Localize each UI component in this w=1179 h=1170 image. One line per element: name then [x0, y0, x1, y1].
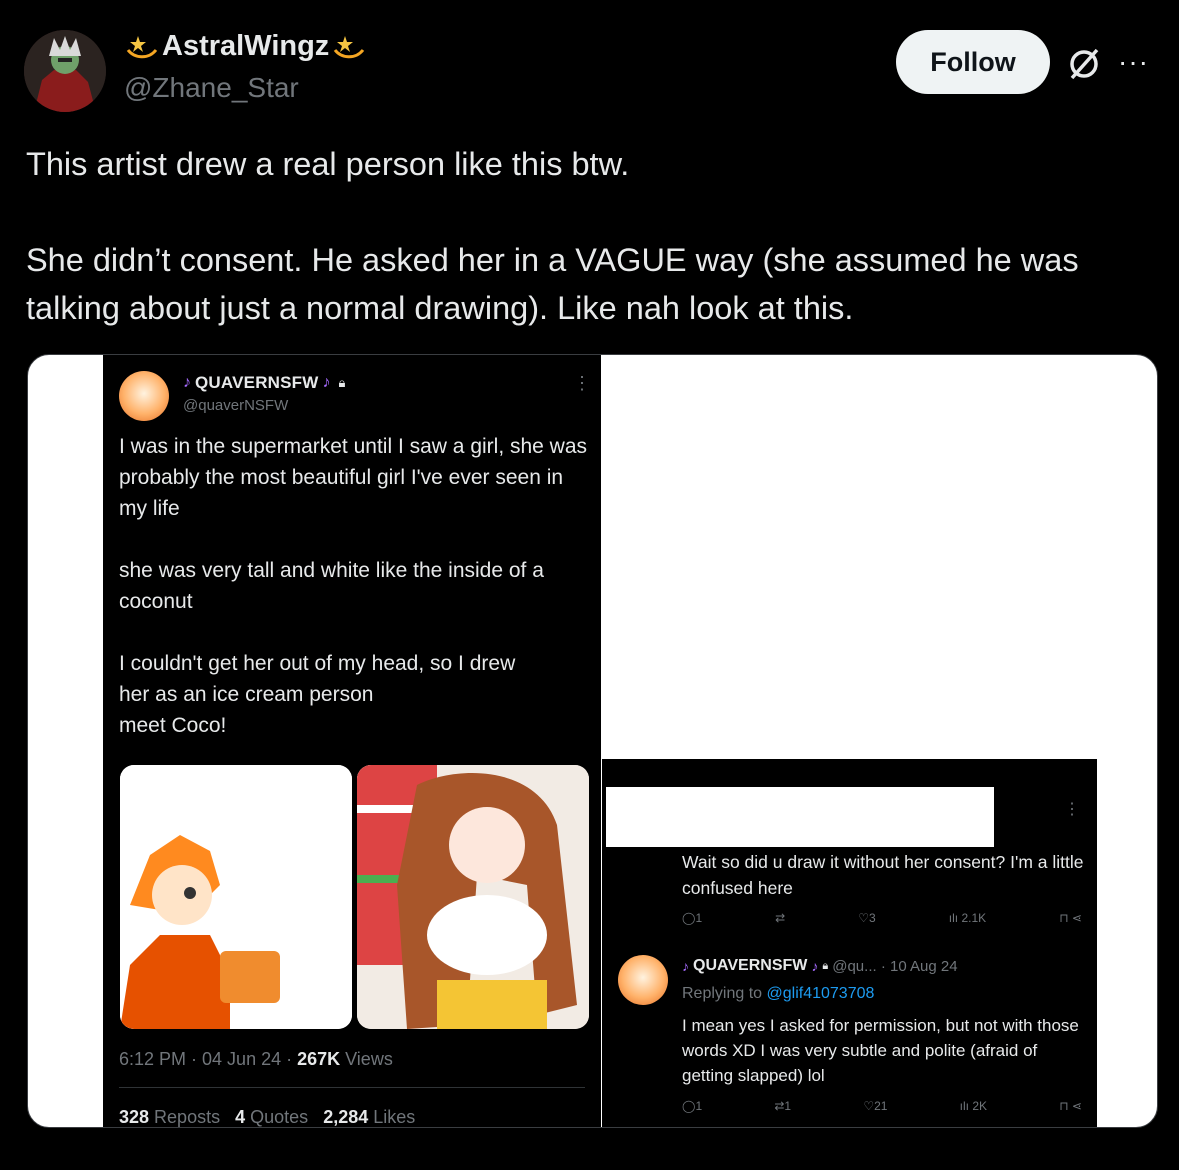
- reply-icon: ◯1: [682, 911, 703, 925]
- replying-to: Replying to @glif41073708: [682, 985, 874, 1003]
- time-date: 6:12 PM · 04 Jun 24 ·: [119, 1049, 298, 1069]
- quotes-label: Quotes: [245, 1107, 309, 1127]
- quoted-line: her as an ice cream person: [119, 683, 374, 706]
- quoted-name-row: ♪ QUAVERNSFW ♪ 🔒︎: [183, 373, 345, 393]
- views-icon: ılı 2K: [959, 1099, 988, 1113]
- repost-icon: ⇄1: [774, 1099, 792, 1113]
- author-handle[interactable]: @Zhane_Star: [124, 72, 299, 104]
- shooting-star-icon: [124, 32, 160, 62]
- shooting-star-icon: [331, 32, 367, 62]
- quotes-count: 4: [235, 1107, 246, 1127]
- likes-count: 2,284: [323, 1107, 369, 1127]
- reply2-actions: ◯1 ⇄1 ♡21 ılı 2K ⊓ ⋖: [682, 1099, 1082, 1113]
- cropped-action-row: [682, 759, 1082, 767]
- likes-label: Likes: [368, 1107, 416, 1127]
- quoted-paragraph: I couldn't get her out of my head, so I …: [119, 648, 589, 741]
- grok-icon[interactable]: [1064, 44, 1104, 84]
- author-avatar[interactable]: [24, 30, 106, 112]
- quoted-avatar: [119, 371, 169, 421]
- lock-icon: 🔒︎: [338, 375, 346, 390]
- quoted-body: I was in the supermarket until I saw a g…: [119, 431, 589, 741]
- reply2-avatar: [618, 955, 668, 1005]
- post-media[interactable]: ♪ QUAVERNSFW ♪ 🔒︎ @quaverNSFW ⋮ I was in…: [27, 354, 1158, 1128]
- post-text: This artist drew a real person like this…: [26, 140, 1156, 332]
- reply-icon: ◯1: [682, 1099, 703, 1113]
- drawing-image-2: [357, 765, 589, 1029]
- post-text-line: This artist drew a real person like this…: [26, 146, 630, 182]
- bookmark-share-icon: ⊓ ⋖: [1059, 1099, 1082, 1113]
- views-count: 267K: [297, 1049, 341, 1069]
- lock-icon: 🔒︎: [822, 959, 829, 972]
- like-icon: ♡21: [863, 1099, 888, 1113]
- quoted-paragraph: she was very tall and white like the ins…: [119, 559, 544, 613]
- quoted-paragraph: I was in the supermarket until I saw a g…: [119, 435, 588, 520]
- quoted-line: meet Coco!: [119, 714, 227, 737]
- reply2-name: QUAVERNSFW: [693, 957, 808, 974]
- replying-to-handle: @glif41073708: [766, 985, 875, 1002]
- reply-more-icon: ⋮: [1064, 801, 1080, 818]
- music-notes-icon: ♪: [322, 374, 331, 391]
- reposts-count: 328: [119, 1107, 150, 1127]
- post-text-line: She didn’t consent. He asked her in a VA…: [26, 242, 1079, 326]
- quoted-name: QUAVERNSFW: [195, 373, 319, 392]
- quoted-handle: @quaverNSFW: [183, 397, 289, 414]
- divider: [119, 1087, 585, 1088]
- quoted-more-icon: ⋮: [573, 373, 591, 393]
- more-options-icon[interactable]: ···: [1118, 48, 1158, 78]
- music-notes-icon: ♪: [682, 958, 689, 974]
- quoted-timestamp: 6:12 PM · 04 Jun 24 · 267K Views: [119, 1049, 393, 1070]
- drawing-image-1: [120, 765, 352, 1029]
- repost-icon: ⇄: [775, 911, 786, 925]
- bookmark-share-icon: ⊓ ⋖: [1059, 911, 1082, 925]
- reply2-header: ♪ QUAVERNSFW ♪ 🔒︎ @qu... · 10 Aug 24: [682, 957, 958, 975]
- author-display-name[interactable]: AstralWingz: [124, 30, 367, 63]
- views-label: Views: [340, 1049, 393, 1069]
- quoted-line: I couldn't get her out of my head, so I …: [119, 652, 516, 675]
- reposts-label: Reposts: [149, 1107, 221, 1127]
- replying-to-label: Replying to: [682, 985, 767, 1002]
- redaction-box: [606, 787, 994, 847]
- music-notes-icon: ♪: [811, 958, 819, 974]
- music-notes-icon: ♪: [183, 374, 191, 391]
- views-icon: ılı 2.1K: [948, 911, 987, 925]
- follow-button[interactable]: Follow: [896, 30, 1050, 94]
- like-icon: ♡3: [858, 911, 876, 925]
- reply1-text: Wait so did u draw it without her consen…: [682, 852, 1084, 898]
- reply2-handle-time: @qu... · 10 Aug 24: [832, 957, 958, 975]
- screenshot-left: ♪ QUAVERNSFW ♪ 🔒︎ @quaverNSFW ⋮ I was in…: [103, 355, 601, 1127]
- display-name-text: AstralWingz: [162, 30, 330, 62]
- reply2-text: I mean yes I asked for permission, but n…: [682, 1016, 1079, 1085]
- reply1-actions: ◯1 ⇄ ♡3 ılı 2.1K ⊓ ⋖: [682, 911, 1082, 925]
- quoted-stats: 328 Reposts 4 Quotes 2,284 Likes: [119, 1107, 416, 1127]
